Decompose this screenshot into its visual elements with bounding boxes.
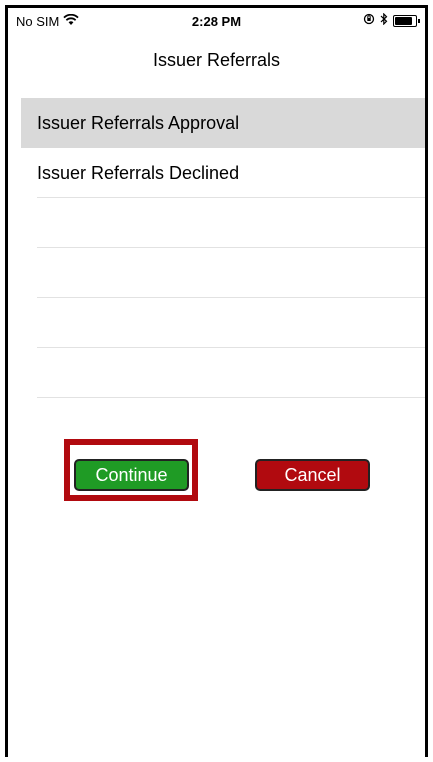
list-item-approval[interactable]: Issuer Referrals Approval [21,98,425,148]
referral-list: Issuer Referrals Approval Issuer Referra… [21,98,425,398]
battery-nub [418,18,420,23]
status-bar: No SIM 2:28 PM [8,8,425,34]
list-item-empty [21,248,425,298]
phone-screen: No SIM 2:28 PM Issuer Referrals Issuer R… [5,5,428,757]
cancel-button[interactable]: Cancel [255,459,370,491]
list-item-declined[interactable]: Issuer Referrals Declined [21,148,425,198]
battery-fill [395,16,412,25]
continue-button[interactable]: Continue [74,459,189,491]
bluetooth-icon [380,12,388,28]
list-item-label: Issuer Referrals Approval [37,113,240,133]
page-title: Issuer Referrals [152,50,281,70]
list-item-empty [21,348,425,398]
status-right [363,12,420,28]
list-item-label: Issuer Referrals Declined [37,163,240,183]
battery-icon [393,14,420,27]
list-item-empty [21,298,425,348]
list-item-empty [21,198,425,248]
orientation-lock-icon [363,13,375,28]
row-separator [37,397,425,398]
